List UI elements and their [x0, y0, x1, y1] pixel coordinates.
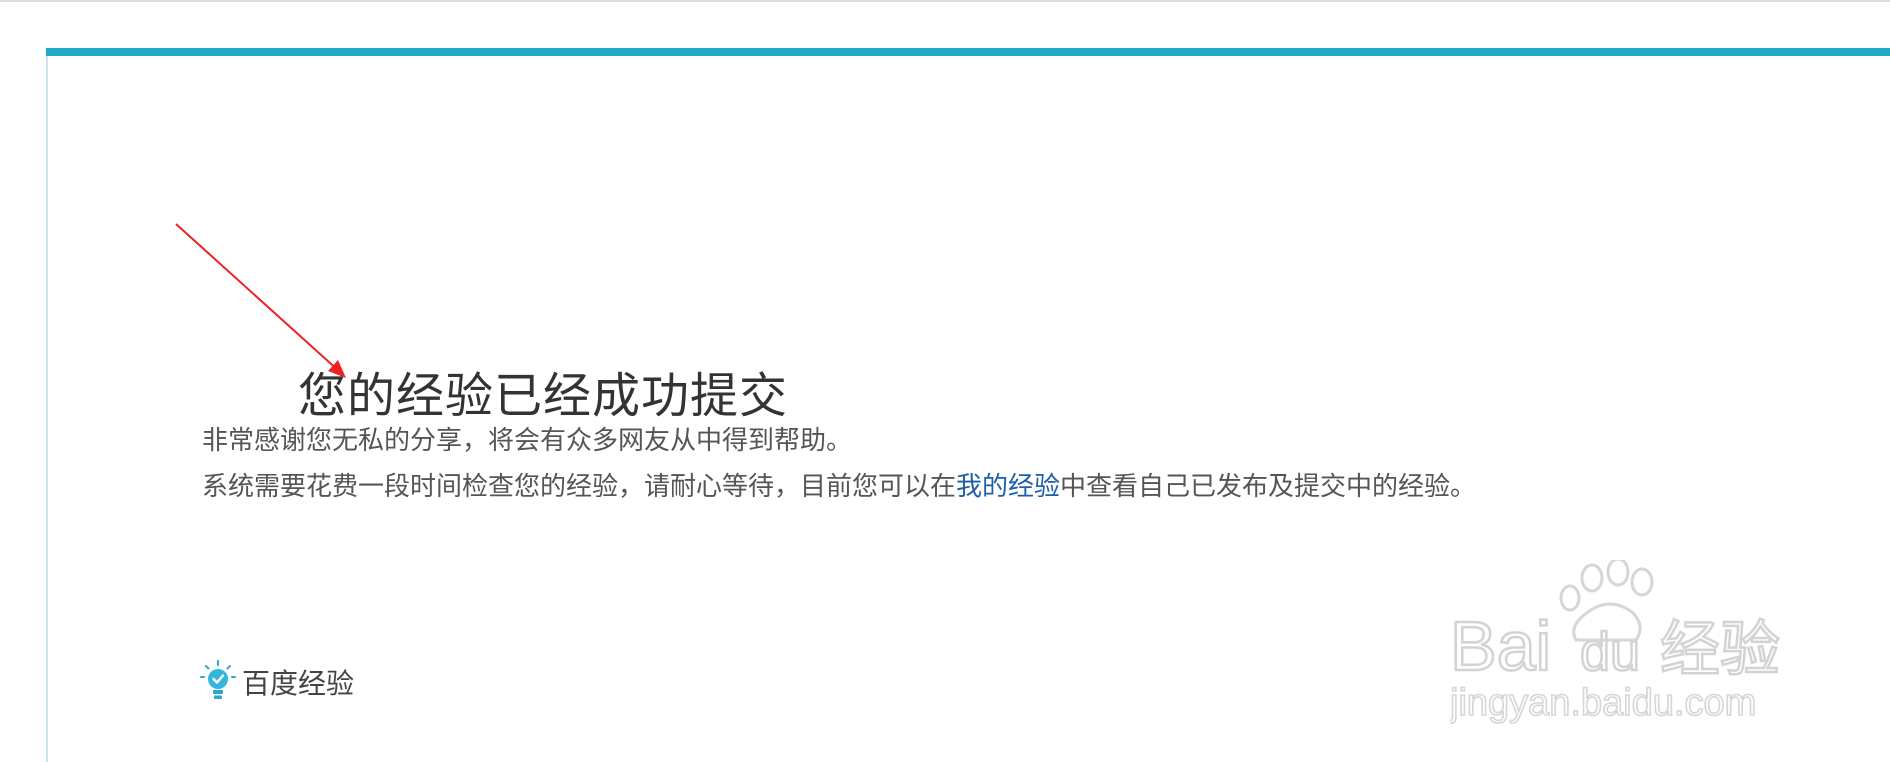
watermark-du: du: [1580, 622, 1640, 682]
review-message-before: 系统需要花费一段时间检查您的经验，请耐心等待，目前您可以在: [202, 472, 957, 502]
brand-footer[interactable]: 百度经验: [200, 660, 354, 704]
top-divider: [0, 0, 1890, 2]
review-message: 系统需要花费一段时间检查您的经验，请耐心等待，目前您可以在我的经验中查看自己已发…: [202, 466, 1476, 503]
page: 您的经验已经成功提交 非常感谢您无私的分享，将会有众多网友从中得到帮助。 系统需…: [0, 0, 1890, 762]
baidu-jingyan-watermark: Bai du 经验 jingyan.baidu.com: [1450, 560, 1781, 725]
review-message-after: 中查看自己已发布及提交中的经验。: [1060, 472, 1477, 502]
watermark-bai: Bai: [1450, 607, 1551, 685]
success-title: 您的经验已经成功提交: [298, 368, 789, 424]
thanks-message: 非常感谢您无私的分享，将会有众多网友从中得到帮助。: [202, 426, 853, 456]
watermark-url: jingyan.baidu.com: [1450, 682, 1756, 724]
watermark-jingyan: 经验: [1660, 615, 1780, 685]
lightbulb-icon: [200, 660, 236, 699]
brand-name: 百度经验: [242, 667, 355, 700]
my-experience-link[interactable]: 我的经验: [956, 472, 1060, 502]
panel-accent-bar: [46, 48, 1890, 56]
